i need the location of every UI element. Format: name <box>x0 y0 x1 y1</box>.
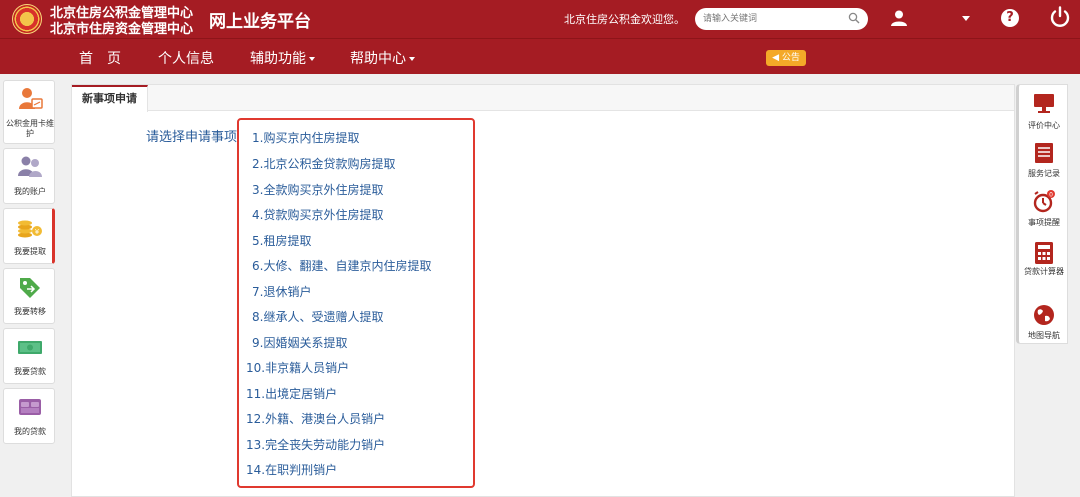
users-icon <box>18 156 42 177</box>
sidebar-label: 我的账户 <box>14 187 46 196</box>
left-sidebar: 公积金用卡维护 我的账户 ¥ 我要提取 我要转移 我要贷款 我的贷款 <box>0 76 58 497</box>
option-4[interactable]: 4.贷款购买京外住房提取 <box>252 206 383 223</box>
select-prompt: 请选择申请事项： <box>146 130 251 145</box>
emblem-logo <box>12 4 42 34</box>
person-card-icon <box>19 88 43 109</box>
rside-label: 地图导航 <box>1028 331 1060 340</box>
rside-item-service-records[interactable]: 服务记录 <box>1019 137 1071 187</box>
tab-new-application[interactable]: 新事项申请 <box>72 85 148 112</box>
rside-item-evaluation[interactable]: 评价中心 <box>1019 87 1071 137</box>
options-highlight-box: 1.购买京内住房提取 2.北京公积金贷款购房提取 3.全款购买京外住房提取 4.… <box>237 118 475 488</box>
nav-home[interactable]: 首 页 <box>79 48 121 68</box>
welcome-text: 北京住房公积金欢迎您。 <box>564 13 685 26</box>
calculator-icon <box>1035 242 1053 264</box>
rside-item-loan-calculator[interactable]: 贷款计算器 <box>1019 237 1071 287</box>
rside-label: 服务记录 <box>1028 169 1060 178</box>
option-8[interactable]: 8.继承人、受遗赠人提取 <box>252 308 383 325</box>
rside-item-map-navigation[interactable]: 地图导航 <box>1019 299 1071 349</box>
rside-item-reminders[interactable]: 0 事项提醒 <box>1019 185 1071 235</box>
sidebar-label: 我要提取 <box>14 247 46 256</box>
option-7[interactable]: 7.退休销户 <box>252 283 311 300</box>
bed-icon <box>19 399 41 415</box>
sidebar-label: 公积金用卡维护 <box>6 119 54 138</box>
nav-help-center[interactable]: 帮助中心 <box>350 48 415 68</box>
nav-auxiliary-label: 辅助功能 <box>250 51 306 67</box>
nav-help-center-label: 帮助中心 <box>350 51 406 67</box>
notice-badge[interactable]: ◀ 公告 <box>766 50 806 66</box>
option-6[interactable]: 6.大修、翻建、自建京内住房提取 <box>252 257 431 274</box>
search-icon[interactable] <box>848 12 860 24</box>
option-9[interactable]: 9.因婚姻关系提取 <box>252 334 347 351</box>
option-13[interactable]: 13.完全丧失劳动能力销户 <box>246 436 385 453</box>
sidebar-item-my-loan[interactable]: 我的贷款 <box>3 388 55 444</box>
option-2[interactable]: 2.北京公积金贷款购房提取 <box>252 155 395 172</box>
rside-label: 评价中心 <box>1028 121 1060 130</box>
right-sidebar: 评价中心 服务记录 0 事项提醒 贷款计算器 地图导航 <box>1016 84 1068 344</box>
alarm-clock-icon: 0 <box>1033 190 1055 213</box>
document-icon <box>1035 143 1053 163</box>
sidebar-label: 我要转移 <box>14 307 46 316</box>
sidebar-item-apply-loan[interactable]: 我要贷款 <box>3 328 55 384</box>
nav-auxiliary[interactable]: 辅助功能 <box>250 48 315 68</box>
option-11[interactable]: 11.出境定居销户 <box>246 385 337 402</box>
monitor-icon <box>1034 94 1054 113</box>
sidebar-label: 我的贷款 <box>14 427 46 436</box>
reminder-badge-count: 0 <box>1049 192 1053 199</box>
coins-icon: ¥ <box>18 220 42 238</box>
main-nav: 首 页 个人信息 辅助功能 帮助中心 ◀ 公告 <box>0 38 1080 74</box>
cash-icon <box>18 341 42 354</box>
nav-personal-info[interactable]: 个人信息 <box>158 48 214 68</box>
user-menu-caret-icon[interactable] <box>962 16 970 21</box>
power-icon[interactable] <box>1048 5 1072 29</box>
sidebar-item-card-maintenance[interactable]: 公积金用卡维护 <box>3 80 55 144</box>
sidebar-label: 我要贷款 <box>14 367 46 376</box>
user-icon[interactable] <box>890 9 908 27</box>
option-12[interactable]: 12.外籍、港澳台人员销户 <box>246 410 385 427</box>
transfer-tag-icon <box>20 278 40 298</box>
nav-personal-info-label: 个人信息 <box>158 51 214 67</box>
org-name-line2: 北京市住房资金管理中心 <box>50 22 194 37</box>
top-header: 北京住房公积金管理中心 北京市住房资金管理中心 网上业务平台 北京住房公积金欢迎… <box>0 0 1080 38</box>
tab-strip: 新事项申请 <box>72 85 1014 112</box>
option-3[interactable]: 3.全款购买京外住房提取 <box>252 181 383 198</box>
platform-title: 网上业务平台 <box>209 12 311 32</box>
chevron-down-icon <box>409 57 415 61</box>
option-14[interactable]: 14.在职判刑销户 <box>246 461 337 478</box>
option-1[interactable]: 1.购买京内住房提取 <box>252 129 359 146</box>
rside-label: 事项提醒 <box>1028 218 1060 227</box>
help-icon[interactable]: ? <box>1001 9 1019 27</box>
nav-home-label: 首 页 <box>79 51 121 67</box>
sidebar-item-my-account[interactable]: 我的账户 <box>3 148 55 204</box>
globe-icon <box>1034 305 1054 325</box>
option-10[interactable]: 10.非京籍人员销户 <box>246 359 349 376</box>
search-input[interactable] <box>703 11 843 27</box>
rside-label: 贷款计算器 <box>1024 267 1064 276</box>
sidebar-item-withdraw[interactable]: ¥ 我要提取 <box>3 208 55 264</box>
option-5[interactable]: 5.租房提取 <box>252 232 311 249</box>
search-box <box>695 8 868 30</box>
chevron-down-icon <box>309 57 315 61</box>
svg-text:¥: ¥ <box>35 228 40 236</box>
main-panel: 新事项申请 请选择申请事项： 1.购买京内住房提取 2.北京公积金贷款购房提取 … <box>71 84 1015 497</box>
sidebar-item-transfer[interactable]: 我要转移 <box>3 268 55 324</box>
